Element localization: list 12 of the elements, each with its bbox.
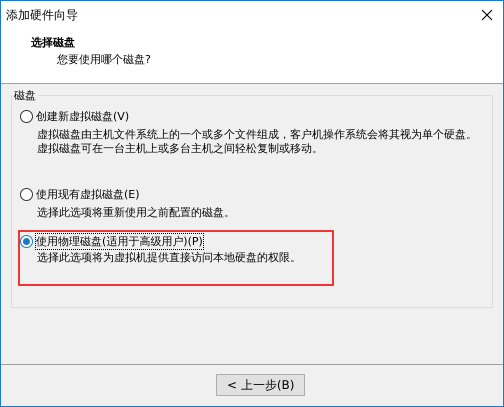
window-title: 添加硬件向导 [6, 6, 78, 24]
radio-option[interactable]: 创建新虚拟磁盘(V) [20, 109, 130, 124]
page-heading: 选择磁盘 [31, 35, 76, 50]
page-subtitle: 您要使用哪个磁盘? [57, 52, 152, 67]
back-button[interactable]: < 上一步(B) [216, 374, 306, 396]
close-icon[interactable] [481, 9, 493, 21]
option-description: 选择此选项将重新使用之前配置的磁盘。 [37, 206, 236, 220]
group-label: 磁盘 [13, 88, 37, 103]
option-description: 选择此选项将为虚拟机提供直接访问本地硬盘的权限。 [37, 251, 302, 265]
radio-option[interactable]: 使用物理磁盘(适用于高级用户)(P) [20, 234, 203, 249]
option-description: 虚拟磁盘由主机文件系统上的一个或多个文件组成，客户机操作系统会将其视为单个硬盘。虚拟磁盘可在一台主机上或多台主机之间轻松复制或移动。 [37, 128, 478, 156]
radio-option[interactable]: 使用现有虚拟磁盘(E) [20, 187, 140, 202]
